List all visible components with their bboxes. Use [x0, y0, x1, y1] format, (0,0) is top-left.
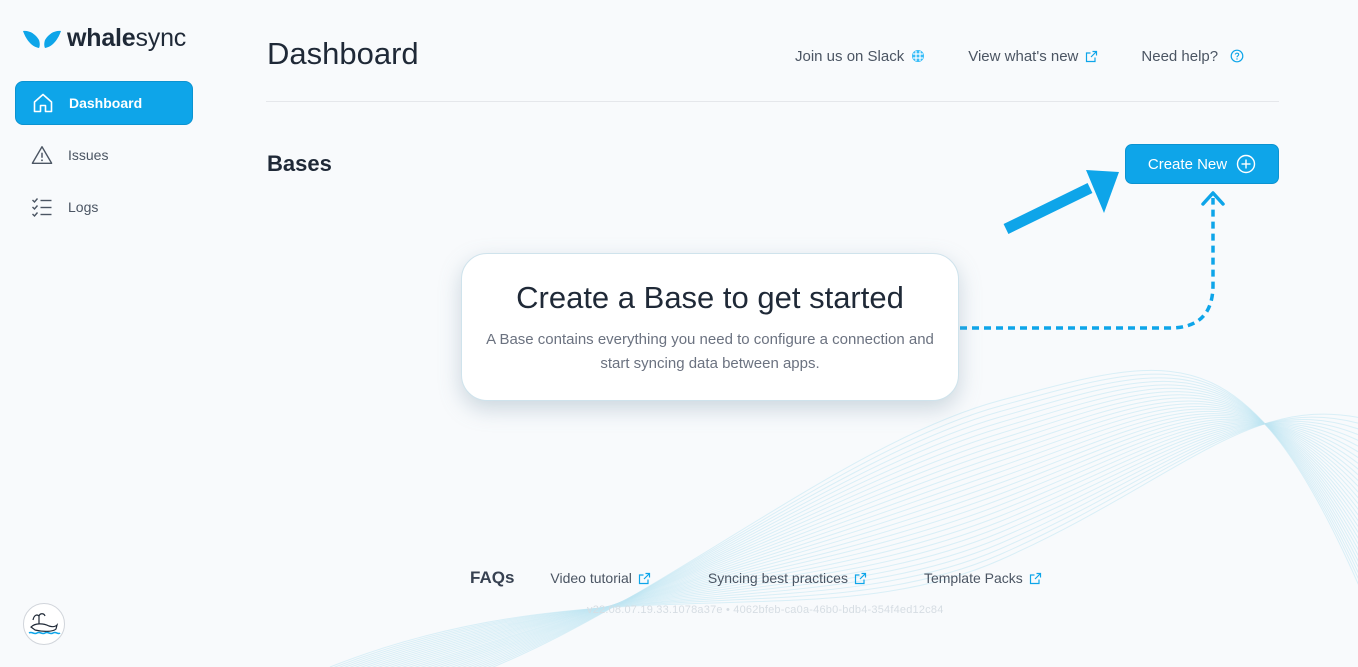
wave-line	[344, 420, 1358, 667]
wave-line	[329, 413, 1358, 667]
sidebar-item-issues[interactable]: Issues	[15, 133, 193, 177]
wave-line	[407, 415, 1358, 667]
page-title: Dashboard	[267, 36, 419, 71]
wave-line	[395, 418, 1358, 667]
wave-line	[438, 403, 1358, 667]
version-string: v22.08.07.19.33.1078a37e • 4062bfeb-ca0a…	[587, 604, 944, 616]
wave-line	[420, 410, 1358, 667]
whale-avatar-icon	[28, 613, 61, 635]
create-new-button[interactable]: Create New	[1125, 144, 1279, 184]
checklist-icon	[31, 196, 53, 218]
wave-line	[360, 423, 1358, 667]
bases-section-title: Bases	[267, 151, 332, 176]
slack-icon	[911, 49, 925, 63]
wave-line	[472, 384, 1358, 667]
wave-line	[333, 416, 1358, 667]
sidebar-item-dashboard[interactable]: Dashboard	[15, 81, 193, 125]
wave-line	[338, 419, 1358, 667]
wave-line	[354, 422, 1358, 667]
empty-state-card: Create a Base to get started A Base cont…	[461, 253, 959, 401]
pointer-arrow-icon	[1003, 170, 1119, 234]
join-slack-label: Join us on Slack	[795, 47, 905, 65]
help-circle-icon	[1230, 49, 1244, 63]
create-new-label: Create New	[1147, 155, 1228, 173]
empty-state-description: A Base contains everything you need to c…	[486, 331, 934, 372]
brand-logo[interactable]: whalesync	[22, 24, 186, 53]
external-link-icon	[1085, 50, 1098, 63]
header-links: Join us on Slack View what's new Need he…	[795, 46, 1244, 66]
wave-line	[432, 405, 1358, 667]
wave-line	[477, 380, 1358, 667]
wave-line	[461, 391, 1358, 667]
wave-line	[349, 422, 1358, 667]
wave-line	[401, 417, 1358, 667]
wave-line	[426, 408, 1358, 667]
header-divider	[266, 101, 1279, 102]
external-link-icon	[638, 572, 651, 585]
faq-title: FAQs	[470, 568, 515, 587]
home-icon	[32, 92, 54, 114]
faq-footer: FAQs Video tutorial Syncing best practic…	[470, 568, 1042, 588]
wave-line	[414, 413, 1358, 667]
plus-circle-icon	[1236, 154, 1256, 174]
sidebar-item-label: Issues	[68, 147, 109, 163]
whats-new-label: View what's new	[968, 47, 1079, 65]
wave-line	[444, 400, 1358, 667]
template-packs-link[interactable]: Template Packs	[924, 570, 1042, 586]
app-root: whalesync Dashboard Issues Logs Dashboar…	[0, 0, 1358, 667]
template-packs-label: Template Packs	[923, 570, 1023, 586]
dashed-connector-arrow-icon	[960, 191, 1225, 330]
wave-line	[456, 394, 1358, 667]
external-link-icon	[854, 572, 867, 585]
sidebar: whalesync Dashboard Issues Logs	[0, 0, 210, 667]
syncing-best-practices-label: Syncing best practices	[707, 570, 848, 586]
wave-line	[467, 387, 1358, 667]
wave-line	[366, 423, 1358, 667]
whale-tail-logo-icon	[23, 30, 61, 48]
need-help-link[interactable]: Need help?	[1141, 48, 1244, 65]
wave-line	[389, 420, 1358, 667]
wave-line	[383, 421, 1358, 667]
sidebar-item-logs[interactable]: Logs	[15, 185, 193, 229]
join-slack-link[interactable]: Join us on Slack	[795, 48, 925, 65]
wave-line	[450, 397, 1358, 667]
external-link-icon	[1029, 572, 1042, 585]
sidebar-item-label: Dashboard	[69, 95, 143, 111]
syncing-best-practices-link[interactable]: Syncing best practices	[708, 570, 867, 586]
wave-line	[482, 377, 1358, 667]
sidebar-nav: Dashboard Issues Logs	[15, 81, 193, 237]
warning-triangle-icon	[31, 144, 53, 166]
user-avatar[interactable]	[23, 603, 65, 645]
whats-new-link[interactable]: View what's new	[968, 48, 1098, 65]
video-tutorial-link[interactable]: Video tutorial	[550, 570, 650, 586]
wave-line	[491, 369, 1358, 667]
brand-name: whalesync	[67, 24, 187, 52]
video-tutorial-label: Video tutorial	[550, 570, 632, 586]
wave-line	[377, 422, 1358, 667]
empty-state-title: Create a Base to get started	[516, 280, 904, 315]
need-help-label: Need help?	[1141, 47, 1219, 65]
sidebar-item-label: Logs	[68, 199, 99, 215]
wave-line	[371, 422, 1358, 667]
wave-line	[487, 373, 1358, 667]
